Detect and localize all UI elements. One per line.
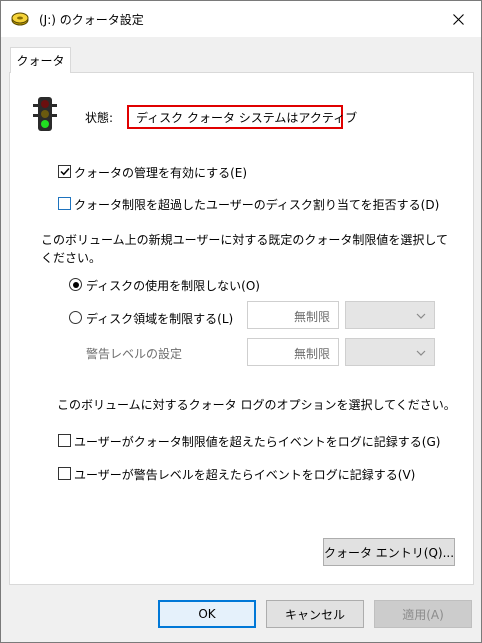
warning-value-input[interactable]: 無制限 (247, 338, 339, 366)
default-limit-prompt-line2: ください。 (41, 251, 102, 265)
logging-prompt: このボリュームに対するクォータ ログのオプションを選択してください。 (57, 398, 456, 412)
warning-unit-dropdown[interactable] (345, 338, 435, 366)
log-limit-label[interactable]: ユーザーがクォータ制限値を超えたらイベントをログに記録する(G) (74, 433, 440, 450)
warning-level-label: 警告レベルの設定 (86, 347, 183, 361)
ok-button[interactable]: OK (158, 600, 256, 628)
traffic-light-icon (33, 97, 57, 131)
apply-label: 適用(A) (402, 607, 444, 622)
no-limit-label[interactable]: ディスクの使用を制限しない(O) (86, 277, 260, 294)
window-title: (J:) のクォータ設定 (39, 13, 144, 27)
chevron-down-icon (416, 313, 426, 319)
cancel-button[interactable]: キャンセル (266, 600, 364, 628)
limit-value-text: 無制限 (293, 310, 330, 324)
no-limit-radio[interactable] (69, 278, 82, 291)
enable-quota-checkbox[interactable] (58, 165, 71, 178)
limit-disk-label[interactable]: ディスク領域を制限する(L) (86, 310, 233, 327)
checkmark-icon (59, 167, 70, 176)
status-value: ディスク クォータ システムはアクティブ (127, 105, 357, 129)
tab-quota[interactable]: クォータ (10, 47, 71, 73)
log-warning-checkbox[interactable] (58, 467, 71, 480)
cancel-label: キャンセル (284, 607, 345, 622)
limit-unit-dropdown[interactable] (345, 301, 435, 329)
chevron-down-icon (416, 350, 426, 356)
drive-icon (11, 12, 29, 26)
quota-entries-label: クォータ エントリ(Q)... (323, 545, 455, 560)
log-limit-checkbox[interactable] (58, 434, 71, 447)
close-button[interactable] (435, 1, 481, 37)
title-bar: (J:) のクォータ設定 (1, 1, 481, 37)
status-text: ディスク クォータ システムはアクティブ (136, 110, 358, 125)
deny-space-label[interactable]: クォータ制限を超過したユーザーのディスク割り当てを拒否する(D) (74, 196, 439, 213)
ok-label: OK (198, 607, 216, 621)
quota-settings-dialog: (J:) のクォータ設定 クォータ 状態: ディスク クォータ システムはアクテ… (0, 0, 482, 643)
default-limit-prompt-line1: このボリューム上の新規ユーザーに対する既定のクォータ制限値を選択して (41, 233, 449, 247)
log-warning-label[interactable]: ユーザーが警告レベルを超えたらイベントをログに記録する(V) (74, 466, 415, 483)
limit-disk-radio[interactable] (69, 311, 82, 324)
warning-value-text: 無制限 (293, 347, 330, 361)
close-icon (452, 13, 464, 25)
apply-button[interactable]: 適用(A) (374, 600, 472, 628)
enable-quota-label[interactable]: クォータの管理を有効にする(E) (74, 164, 247, 181)
quota-entries-button[interactable]: クォータ エントリ(Q)... (323, 538, 455, 566)
status-label: 状態: (85, 111, 114, 125)
tab-label: クォータ (16, 54, 65, 68)
deny-space-checkbox[interactable] (58, 197, 71, 210)
limit-value-input[interactable]: 無制限 (247, 301, 339, 329)
